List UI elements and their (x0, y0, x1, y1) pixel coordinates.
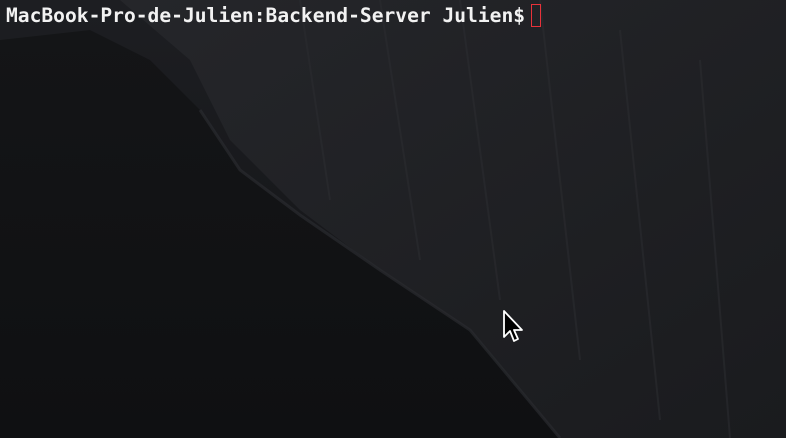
block-cursor-icon (531, 4, 542, 27)
terminal-prompt-line: MacBook-Pro-de-Julien:Backend-Server Jul… (6, 2, 542, 30)
desktop-wallpaper (0, 0, 786, 438)
prompt-text: MacBook-Pro-de-Julien:Backend-Server Jul… (6, 4, 526, 27)
arrow-pointer-icon (503, 310, 523, 342)
terminal-window[interactable]: MacBook-Pro-de-Julien:Backend-Server Jul… (0, 0, 786, 438)
